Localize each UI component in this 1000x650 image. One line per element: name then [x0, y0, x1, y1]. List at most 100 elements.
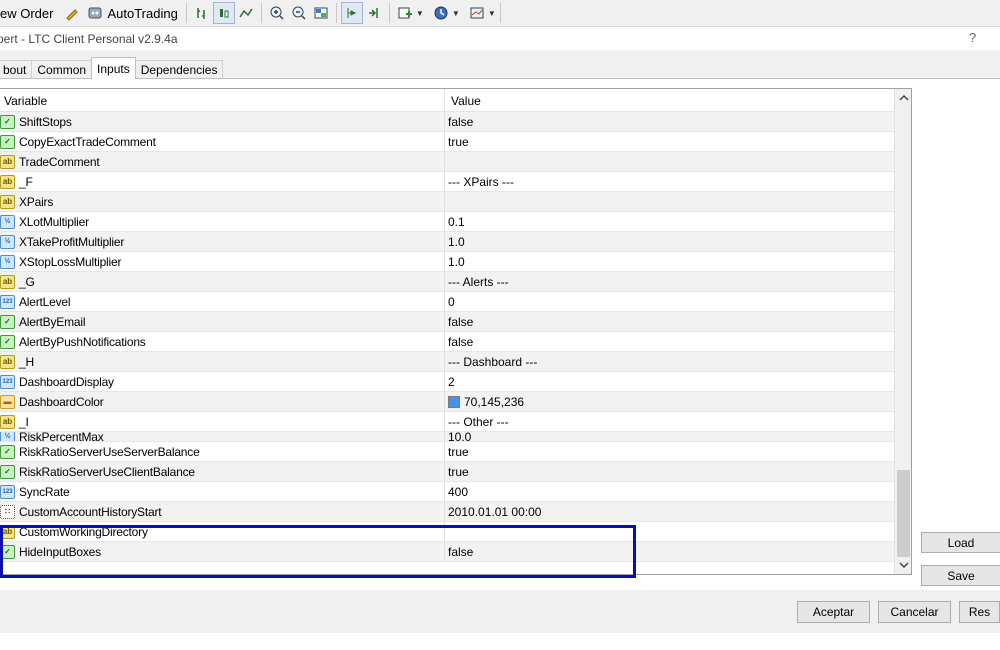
table-row[interactable]: ✓ CopyExactTradeComment true: [0, 132, 894, 152]
value-cell[interactable]: 70,145,236: [445, 392, 894, 411]
tab-common[interactable]: Common: [31, 60, 93, 79]
accept-button[interactable]: Aceptar: [797, 601, 870, 623]
value-cell[interactable]: 0: [445, 292, 894, 311]
boolean-type-icon: ✓: [0, 314, 15, 329]
scroll-up-arrow-icon[interactable]: [895, 89, 911, 106]
string-type-icon: ab: [0, 354, 15, 369]
column-header-variable[interactable]: Variable: [0, 89, 445, 112]
table-row[interactable]: ½ XTakeProfitMultiplier 1.0: [0, 232, 894, 252]
reset-button[interactable]: Res: [959, 601, 1000, 623]
table-row[interactable]: ✓ ShiftStops false: [0, 112, 894, 132]
table-row[interactable]: ✓ AlertByPushNotifications false: [0, 332, 894, 352]
value-cell[interactable]: [445, 522, 894, 541]
vertical-scrollbar[interactable]: [894, 89, 911, 574]
value-cell[interactable]: true: [445, 462, 894, 481]
value-cell[interactable]: 1.0: [445, 232, 894, 251]
value-cell[interactable]: [445, 192, 894, 211]
table-row[interactable]: ½ XLotMultiplier 0.1: [0, 212, 894, 232]
templates-icon[interactable]: [466, 2, 488, 24]
scrollbar-thumb[interactable]: [897, 470, 910, 557]
table-row[interactable]: ab _F --- XPairs ---: [0, 172, 894, 192]
double-type-icon: ½: [0, 214, 15, 229]
table-row[interactable]: ab _I --- Other ---: [0, 412, 894, 432]
value-text: true: [448, 464, 469, 479]
value-cell[interactable]: 2010.01.01 00:00: [445, 502, 894, 521]
table-row[interactable]: 123 SyncRate 400: [0, 482, 894, 502]
chevron-down-icon[interactable]: ▼: [416, 9, 424, 18]
value-text: --- Other ---: [448, 414, 509, 429]
zoom-in-icon[interactable]: [266, 2, 288, 24]
table-row[interactable]: 123 AlertLevel 0: [0, 292, 894, 312]
value-cell[interactable]: --- Alerts ---: [445, 272, 894, 291]
value-cell[interactable]: false: [445, 312, 894, 331]
clock-icon[interactable]: [430, 2, 452, 24]
string-type-icon: ab: [0, 194, 15, 209]
table-row[interactable]: ab _G --- Alerts ---: [0, 272, 894, 292]
tile-windows-icon[interactable]: [310, 2, 332, 24]
table-row[interactable]: 123 DashboardDisplay 2: [0, 372, 894, 392]
line-chart-icon[interactable]: [235, 2, 257, 24]
value-text: --- Alerts ---: [448, 274, 509, 289]
value-cell[interactable]: 10.0: [445, 432, 894, 441]
boolean-type-icon: ✓: [0, 114, 15, 129]
bar-chart-icon[interactable]: [191, 2, 213, 24]
variable-name: _H: [19, 354, 34, 369]
column-header-value[interactable]: Value: [445, 89, 481, 112]
table-row[interactable]: ½ RiskPercentMax 10.0: [0, 432, 894, 442]
variable-name: _G: [19, 274, 35, 289]
value-text: --- Dashboard ---: [448, 354, 538, 369]
table-row[interactable]: ✓ HideInputBoxes false: [0, 542, 894, 562]
variable-cell: ▬ DashboardColor: [0, 392, 445, 411]
tab-dependencies[interactable]: Dependencies: [134, 60, 224, 79]
load-button[interactable]: Load: [921, 532, 1000, 553]
value-cell[interactable]: false: [445, 112, 894, 131]
cancel-button[interactable]: Cancelar: [878, 601, 951, 623]
value-cell[interactable]: false: [445, 332, 894, 351]
table-row[interactable]: ab XPairs: [0, 192, 894, 212]
table-row[interactable]: ✓ AlertByEmail false: [0, 312, 894, 332]
value-cell[interactable]: true: [445, 442, 894, 461]
table-row[interactable]: ½ XStopLossMultiplier 1.0: [0, 252, 894, 272]
integer-type-icon: 123: [0, 374, 15, 389]
grid-rows: ✓ ShiftStops false ✓ CopyExactTradeComment tr…: [0, 112, 894, 574]
save-button[interactable]: Save: [921, 565, 1000, 586]
value-cell[interactable]: false: [445, 542, 894, 561]
tab-about[interactable]: bout: [0, 60, 33, 79]
tab-inputs[interactable]: Inputs: [91, 57, 136, 79]
pencil-icon[interactable]: [61, 2, 83, 24]
help-button[interactable]: ?: [969, 30, 976, 45]
chevron-down-icon[interactable]: ▼: [488, 9, 496, 18]
autoscroll-icon[interactable]: [363, 2, 385, 24]
autotrading-label: AutoTrading: [107, 5, 178, 21]
table-row[interactable]: ✓ RiskRatioServerUseClientBalance true: [0, 462, 894, 482]
autotrading-button[interactable]: AutoTrading: [87, 2, 178, 24]
variable-cell: ½ XLotMultiplier: [0, 212, 445, 231]
tab-label: Dependencies: [140, 63, 218, 77]
value-cell[interactable]: 400: [445, 482, 894, 501]
table-row[interactable]: ab _H --- Dashboard ---: [0, 352, 894, 372]
value-text: 70,145,236: [464, 394, 525, 409]
value-cell[interactable]: 1.0: [445, 252, 894, 271]
value-text: 2010.01.01 00:00: [448, 504, 542, 519]
value-cell[interactable]: --- XPairs ---: [445, 172, 894, 191]
scroll-down-arrow-icon[interactable]: [895, 557, 911, 574]
value-cell[interactable]: 2: [445, 372, 894, 391]
indicators-icon[interactable]: [394, 2, 416, 24]
value-cell[interactable]: 0.1: [445, 212, 894, 231]
value-text: false: [448, 544, 474, 559]
zoom-out-icon[interactable]: [288, 2, 310, 24]
chart-shift-icon[interactable]: [340, 2, 363, 24]
variable-cell: ∷ CustomAccountHistoryStart: [0, 502, 445, 521]
value-cell[interactable]: true: [445, 132, 894, 151]
value-cell[interactable]: [445, 152, 894, 171]
value-cell[interactable]: --- Other ---: [445, 412, 894, 431]
candlestick-icon[interactable]: [212, 2, 235, 24]
value-cell[interactable]: --- Dashboard ---: [445, 352, 894, 371]
chevron-down-icon[interactable]: ▼: [452, 9, 460, 18]
table-row[interactable]: ab CustomWorkingDirectory: [0, 522, 894, 542]
table-row[interactable]: ▬ DashboardColor 70,145,236: [0, 392, 894, 412]
table-row[interactable]: ab TradeComment: [0, 152, 894, 172]
new-order-button[interactable]: ew Order: [0, 2, 53, 24]
table-row[interactable]: ✓ RiskRatioServerUseServerBalance true: [0, 442, 894, 462]
table-row[interactable]: ∷ CustomAccountHistoryStart 2010.01.01 00:…: [0, 502, 894, 522]
